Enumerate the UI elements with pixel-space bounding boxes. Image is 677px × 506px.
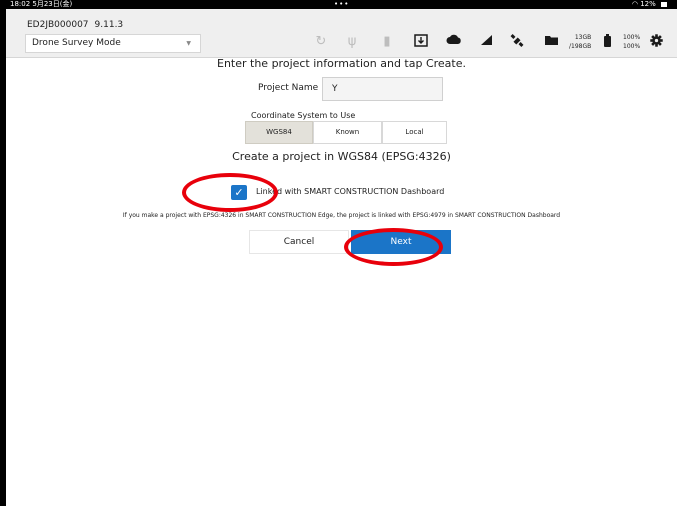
next-button[interactable]: Next: [351, 230, 451, 254]
status-bar: 18:02 5月23日(金) ••• ◠ 12%: [6, 0, 677, 9]
battery-icon: [598, 34, 616, 50]
battery-status-icon: [661, 1, 667, 7]
storage-indicator: 13GB /198GB: [569, 33, 591, 51]
status-dots: •••: [334, 0, 350, 8]
wifi-icon: ◠: [631, 0, 638, 8]
chevron-down-icon: ▼: [186, 40, 191, 47]
storage-used: 13GB: [574, 34, 592, 41]
download-icon[interactable]: [412, 34, 430, 50]
coordinate-option-local[interactable]: Local: [382, 121, 447, 144]
refresh-icon[interactable]: ↻: [312, 34, 330, 50]
coordinate-option-known[interactable]: Known: [313, 121, 382, 144]
satellite-icon[interactable]: [508, 34, 526, 50]
gear-icon[interactable]: [647, 34, 665, 50]
status-battery: 12%: [640, 0, 656, 8]
coordinate-system-label: Coordinate System to Use: [251, 111, 356, 120]
status-right: ◠ 12%: [632, 0, 667, 9]
app-header: ED2JB000007 9.11.3 Drone Survey Mode ▼ ↻ …: [6, 9, 677, 58]
device-info: ED2JB000007 9.11.3: [27, 20, 123, 30]
mode-select[interactable]: Drone Survey Mode ▼: [25, 34, 201, 53]
epsg-note: If you make a project with EPSG:4326 in …: [122, 212, 561, 219]
create-title: Create a project in WGS84 (EPSG:4326): [232, 150, 451, 163]
app-screen: 18:02 5月23日(金) ••• ◠ 12% ED2JB000007 9.11…: [6, 0, 677, 506]
folder-icon[interactable]: [542, 34, 560, 50]
link-dashboard-checkbox[interactable]: ✓: [231, 185, 247, 200]
signal-icon[interactable]: [477, 34, 495, 50]
device-id: ED2JB000007: [27, 20, 89, 30]
cancel-button[interactable]: Cancel: [249, 230, 349, 254]
coordinate-option-wgs84[interactable]: WGS84: [245, 121, 313, 144]
mode-select-value: Drone Survey Mode: [32, 38, 121, 48]
status-time: 18:02 5月23日(金): [10, 0, 73, 8]
app-version: 9.11.3: [94, 20, 124, 30]
checkmark-icon: ✓: [234, 186, 244, 199]
link-dashboard-label[interactable]: Linked with SMART CONSTRUCTION Dashboard: [256, 187, 444, 196]
cloud-icon[interactable]: [445, 34, 463, 50]
battery-level-1: 100%: [623, 34, 641, 41]
instruction-text: Enter the project information and tap Cr…: [217, 57, 466, 70]
project-name-label: Project Name: [258, 83, 319, 93]
sd-card-icon[interactable]: ▮: [378, 34, 396, 50]
battery-levels: 100% 100%: [623, 33, 640, 51]
battery-level-2: 100%: [623, 43, 641, 50]
storage-total: /198GB: [569, 43, 592, 50]
project-name-input[interactable]: Y: [322, 77, 443, 101]
usb-icon[interactable]: ψ: [343, 34, 361, 50]
